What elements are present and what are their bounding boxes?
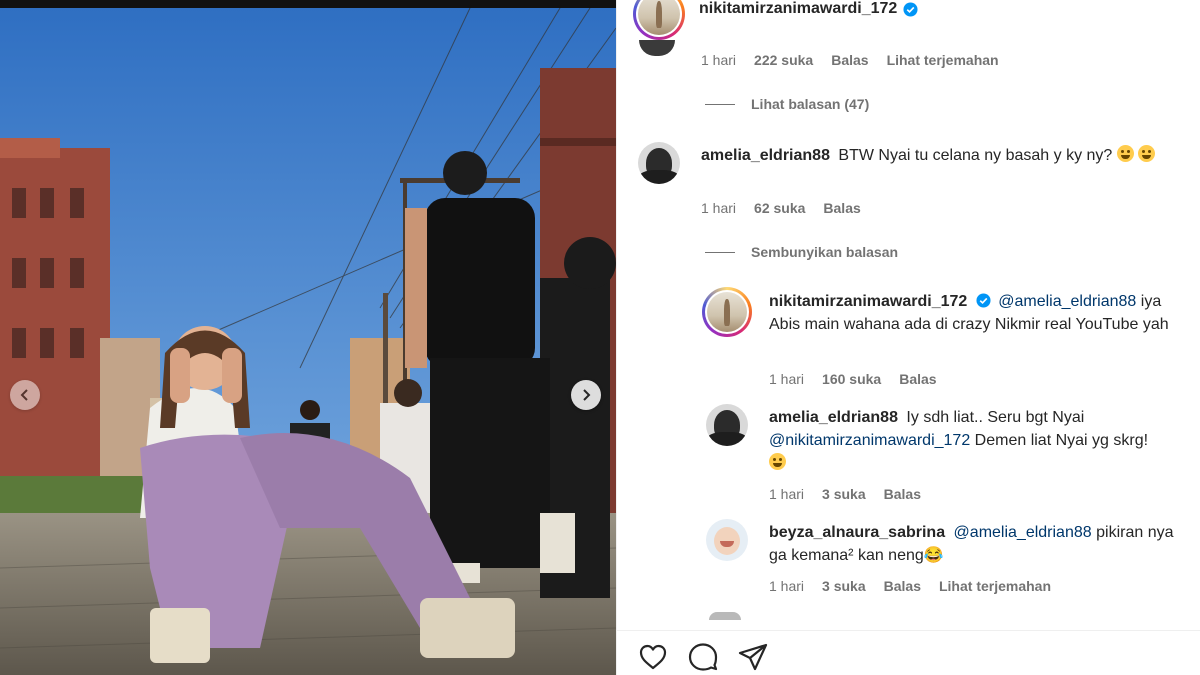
hugging-emoji-icon: [769, 453, 786, 470]
reply-button[interactable]: Balas: [884, 578, 921, 594]
photo-top-border: [0, 0, 616, 8]
reply-text: nikitamirzanimawardi_172 @amelia_eldrian…: [769, 290, 1169, 337]
reply-meta: 1 hari 3 suka Balas Lihat terjemahan: [769, 578, 1051, 594]
author-avatar-photo: [638, 0, 680, 35]
author-username-text[interactable]: nikitamirzanimawardi_172: [699, 0, 897, 18]
author-username[interactable]: nikitamirzanimawardi_172: [699, 0, 918, 18]
reply-author-avatar[interactable]: [706, 519, 748, 561]
reply: nikitamirzanimawardi_172 @amelia_eldrian…: [702, 287, 1182, 337]
post-photo: [0, 0, 616, 675]
comment-button[interactable]: [687, 641, 719, 673]
reply-button[interactable]: Balas: [884, 486, 921, 502]
comment-icon: [688, 643, 718, 671]
hide-replies-button[interactable]: Sembunyikan balasan: [705, 244, 898, 260]
mention-link[interactable]: @amelia_eldrian88: [954, 524, 1092, 541]
reply-time[interactable]: 1 hari: [769, 371, 804, 387]
mention-link[interactable]: @amelia_eldrian88: [998, 293, 1136, 310]
next-photo-button[interactable]: [571, 380, 601, 410]
reply-text: beyza_alnaura_sabrina @amelia_eldrian88 …: [769, 521, 1194, 567]
verified-badge-icon: [976, 293, 991, 308]
reply-username[interactable]: nikitamirzanimawardi_172: [769, 293, 967, 310]
post-header: nikitamirzanimawardi_172: [617, 0, 1200, 40]
author-avatar[interactable]: [633, 0, 685, 40]
comments-panel: nikitamirzanimawardi_172 1 hari 222 suka…: [616, 0, 1200, 675]
comment-likes[interactable]: 62 suka: [754, 200, 805, 216]
heart-icon: [639, 644, 667, 670]
verified-badge-icon: [903, 1, 918, 17]
post-action-bar: [617, 630, 1200, 675]
reply-likes[interactable]: 3 suka: [822, 486, 866, 502]
view-replies-label: Lihat balasan (47): [751, 96, 870, 112]
comment-time[interactable]: 1 hari: [701, 200, 736, 216]
like-button[interactable]: [637, 641, 669, 673]
mention-link[interactable]: @nikitamirzanimawardi_172: [769, 432, 970, 449]
reply: beyza_alnaura_sabrina @amelia_eldrian88 …: [706, 519, 1196, 567]
reply-author-avatar[interactable]: [702, 287, 752, 337]
street-scene-image: [0, 8, 616, 675]
comment-meta: 1 hari 222 suka Balas Lihat terjemahan: [701, 52, 999, 68]
replies-divider-line: [705, 103, 735, 105]
reply-button[interactable]: Balas: [823, 200, 860, 216]
send-icon: [738, 643, 768, 671]
share-button[interactable]: [737, 641, 769, 673]
reply-time[interactable]: 1 hari: [769, 578, 804, 594]
comment-text: amelia_eldrian88 BTW Nyai tu celana ny b…: [701, 144, 1178, 184]
comment-meta: 1 hari 62 suka Balas: [701, 200, 861, 216]
commenter-avatar[interactable]: [639, 40, 675, 56]
reply-meta: 1 hari 3 suka Balas: [769, 486, 921, 502]
reply-likes[interactable]: 3 suka: [822, 578, 866, 594]
view-replies-button[interactable]: Lihat balasan (47): [705, 96, 869, 112]
reply-button[interactable]: Balas: [831, 52, 868, 68]
reply-username[interactable]: beyza_alnaura_sabrina: [769, 524, 945, 541]
commenter-avatar[interactable]: [638, 142, 680, 184]
translate-button[interactable]: Lihat terjemahan: [887, 52, 999, 68]
reply-body-start: Iy sdh liat.. Seru bgt Nyai: [906, 409, 1085, 426]
comment-likes[interactable]: 222 suka: [754, 52, 813, 68]
comment: amelia_eldrian88 BTW Nyai tu celana ny b…: [638, 142, 1178, 184]
replies-divider-line: [705, 251, 735, 253]
comment-time[interactable]: 1 hari: [701, 52, 736, 68]
reply-likes[interactable]: 160 suka: [822, 371, 881, 387]
next-reply-avatar[interactable]: [709, 612, 741, 620]
reply-body-end: Demen liat Nyai yg skrg!: [974, 432, 1149, 449]
chevron-left-icon: [20, 389, 28, 401]
reply-author-avatar[interactable]: [706, 404, 748, 446]
reply-text: amelia_eldrian88 Iy sdh liat.. Seru bgt …: [769, 406, 1169, 475]
reply-time[interactable]: 1 hari: [769, 486, 804, 502]
hide-replies-label: Sembunyikan balasan: [751, 244, 899, 260]
reply-button[interactable]: Balas: [899, 371, 936, 387]
translate-button[interactable]: Lihat terjemahan: [939, 578, 1051, 594]
reply: amelia_eldrian88 Iy sdh liat.. Seru bgt …: [706, 404, 1186, 475]
chevron-right-icon: [583, 389, 591, 401]
comment-username[interactable]: amelia_eldrian88: [701, 147, 830, 164]
grinning-sweat-emoji-icon: [1116, 145, 1134, 162]
previous-photo-button[interactable]: [10, 380, 40, 410]
reply-username[interactable]: amelia_eldrian88: [769, 409, 898, 426]
reply-meta: 1 hari 160 suka Balas: [769, 371, 937, 387]
grinning-sweat-emoji-icon: [1138, 145, 1156, 162]
comment-body: BTW Nyai tu celana ny basah y ky ny?: [838, 147, 1113, 164]
reply-author-avatar-photo: [707, 292, 747, 332]
